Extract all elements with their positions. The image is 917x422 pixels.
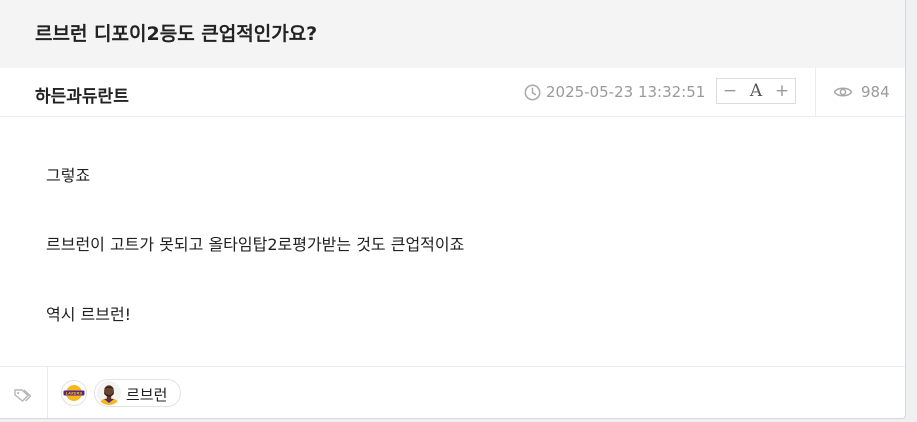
font-decrease-button[interactable]: − bbox=[717, 79, 743, 103]
tag-icon bbox=[14, 389, 32, 402]
post-paragraph: 그렇죠 bbox=[46, 166, 91, 185]
post-header: 르브런 디포이2등도 큰업적인가요? bbox=[0, 0, 905, 68]
author-name[interactable]: 하든과듀란트 bbox=[35, 82, 129, 107]
lakers-logo-icon: LAKERS bbox=[63, 385, 85, 401]
post-paragraph: 르브런이 고트가 못되고 올타임탑2로평가받는 것도 큰업적이죠 bbox=[46, 235, 465, 254]
eye-icon bbox=[833, 87, 853, 97]
font-size-label[interactable]: A bbox=[743, 79, 769, 103]
post-paragraph: 역시 르브런! bbox=[46, 305, 132, 324]
player-tag-chip[interactable]: 르브런 bbox=[94, 379, 181, 407]
team-logo-tag[interactable]: LAKERS bbox=[61, 380, 87, 406]
tag-bar: LAKERS 르브런 bbox=[0, 366, 905, 418]
player-tag-label: 르브런 bbox=[126, 386, 168, 404]
tag-divider bbox=[47, 367, 48, 418]
post-card: 르브런 디포이2등도 큰업적인가요? 하든과듀란트 2025-05-23 13:… bbox=[0, 0, 906, 419]
post-meta-bar: 하든과듀란트 2025-05-23 13:32:51 − A + 984 bbox=[0, 68, 905, 117]
view-count: 984 bbox=[861, 83, 890, 101]
font-increase-button[interactable]: + bbox=[769, 79, 795, 103]
team-logo-text: LAKERS bbox=[66, 391, 83, 396]
post-title: 르브런 디포이2등도 큰업적인가요? bbox=[35, 23, 318, 45]
meta-divider bbox=[815, 68, 816, 116]
player-avatar bbox=[97, 381, 121, 405]
font-size-control: − A + bbox=[716, 78, 796, 104]
clock-icon bbox=[524, 84, 541, 101]
post-date: 2025-05-23 13:32:51 bbox=[546, 83, 706, 101]
